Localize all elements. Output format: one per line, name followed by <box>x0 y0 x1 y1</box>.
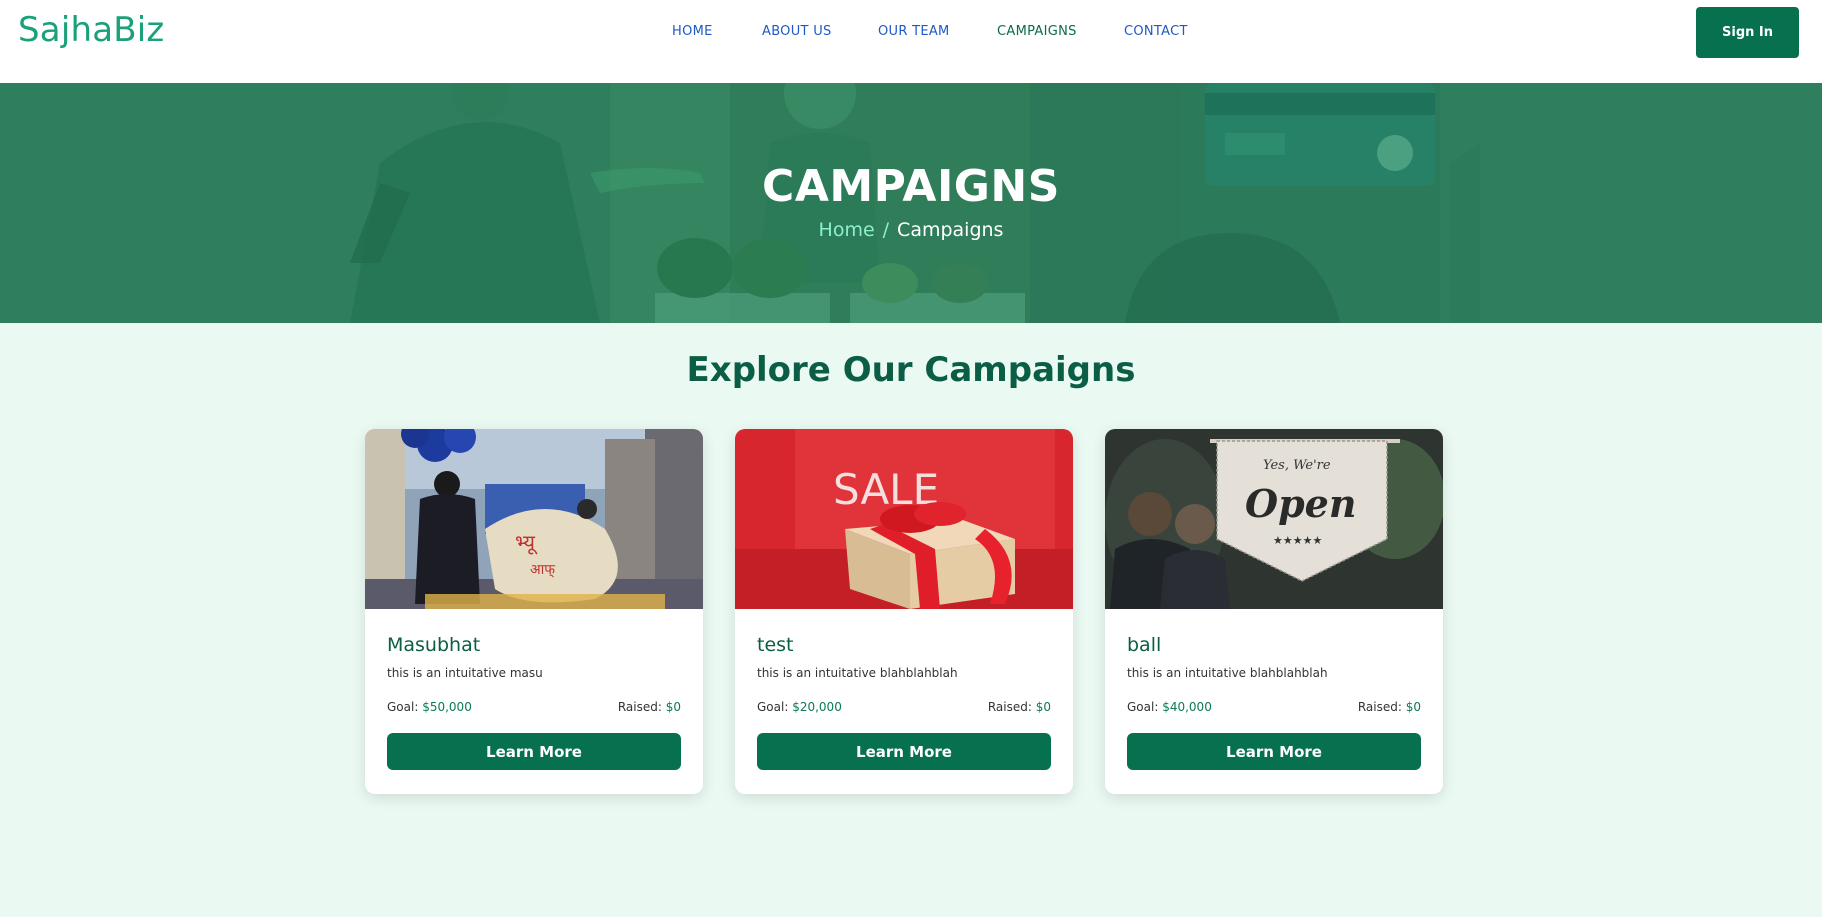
learn-more-button[interactable]: Learn More <box>757 733 1051 770</box>
campaign-card: भ्यू आफ् Masubhat this is an intuitative… <box>365 429 703 794</box>
nav-contact[interactable]: CONTACT <box>1124 24 1188 39</box>
svg-text:★★★★★: ★★★★★ <box>1273 534 1322 547</box>
hero-title: CAMPAIGNS <box>762 161 1060 212</box>
campaign-goal: Goal: $50,000 <box>387 700 472 714</box>
open-sign-line-1: Yes, We're <box>1263 458 1331 473</box>
campaign-card: Yes, We're Open ★★★★★ ball this is an in… <box>1105 429 1443 794</box>
goal-amount: $40,000 <box>1162 700 1212 714</box>
campaign-image: SALE <box>735 429 1073 609</box>
open-sign-line-2: Open <box>1245 481 1356 526</box>
site-header: SajhaBiz HOME ABOUT US OUR TEAM CAMPAIGN… <box>0 0 1822 83</box>
campaign-image: Yes, We're Open ★★★★★ <box>1105 429 1443 609</box>
goal-label: Goal: <box>387 700 419 714</box>
campaign-description: this is an intuitative blahblahblah <box>1127 666 1328 680</box>
raised-label: Raised: <box>987 700 1032 714</box>
nav-campaigns[interactable]: CAMPAIGNS <box>997 24 1077 39</box>
goal-amount: $20,000 <box>792 700 842 714</box>
campaign-image: भ्यू आफ् <box>365 429 703 609</box>
campaign-raised: Raised: $0 <box>618 700 681 714</box>
nav-about-us[interactable]: ABOUT US <box>762 24 832 39</box>
campaign-description: this is an intuitative blahblahblah <box>757 666 958 680</box>
breadcrumb-separator: / <box>882 219 890 241</box>
breadcrumb-current: Campaigns <box>897 219 1004 241</box>
nav-home[interactable]: HOME <box>672 24 713 39</box>
sign-in-button[interactable]: Sign In <box>1696 7 1799 58</box>
raised-amount: $0 <box>665 700 681 714</box>
raised-amount: $0 <box>1035 700 1051 714</box>
learn-more-button[interactable]: Learn More <box>387 733 681 770</box>
campaign-description: this is an intuitative masu <box>387 666 543 680</box>
campaign-goal: Goal: $20,000 <box>757 700 842 714</box>
breadcrumb-home-link[interactable]: Home <box>819 219 875 241</box>
raised-amount: $0 <box>1405 700 1421 714</box>
goal-label: Goal: <box>757 700 789 714</box>
breadcrumb: Home / Campaigns <box>0 219 1822 241</box>
campaign-name: ball <box>1127 634 1162 656</box>
main-nav: HOME ABOUT US OUR TEAM CAMPAIGNS CONTACT <box>0 24 1822 44</box>
campaign-name: Masubhat <box>387 634 481 656</box>
raised-label: Raised: <box>1357 700 1402 714</box>
section-title: Explore Our Campaigns <box>686 350 1136 390</box>
raised-label: Raised: <box>617 700 662 714</box>
nav-our-team[interactable]: OUR TEAM <box>878 24 950 39</box>
svg-text:भ्यू: भ्यू <box>515 530 538 555</box>
campaign-raised: Raised: $0 <box>988 700 1051 714</box>
campaign-goal: Goal: $40,000 <box>1127 700 1212 714</box>
svg-text:आफ्: आफ् <box>530 562 555 578</box>
campaign-name: test <box>757 634 794 656</box>
campaign-raised: Raised: $0 <box>1358 700 1421 714</box>
learn-more-button[interactable]: Learn More <box>1127 733 1421 770</box>
goal-label: Goal: <box>1127 700 1159 714</box>
campaign-card: SALE test this is an intuitative blahbla… <box>735 429 1073 794</box>
goal-amount: $50,000 <box>422 700 472 714</box>
hero-banner: CAMPAIGNS Home / Campaigns <box>0 83 1822 323</box>
